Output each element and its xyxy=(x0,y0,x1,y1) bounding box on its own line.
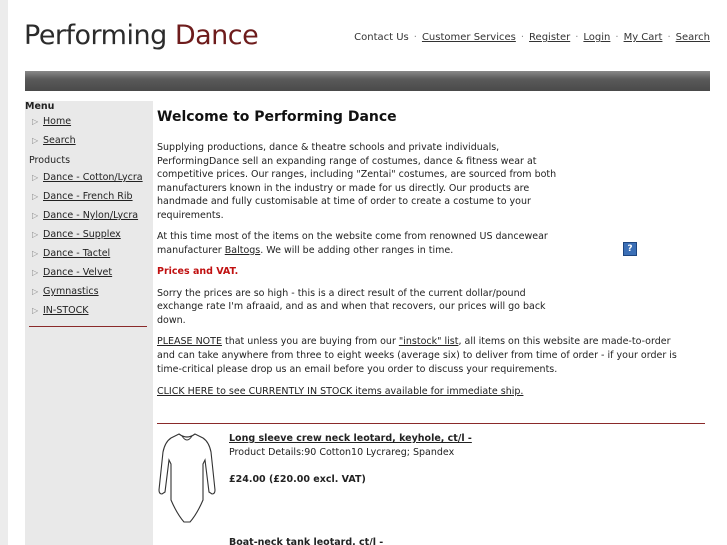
sidebar-item-in-stock[interactable]: ▷ IN-STOCK xyxy=(25,301,153,320)
arrow-right-icon: ▷ xyxy=(32,287,39,296)
in-stock-link[interactable]: CLICK HERE to see CURRENTLY IN STOCK ite… xyxy=(157,386,523,397)
arrow-right-icon: ▷ xyxy=(32,306,39,315)
sidebar-item-search[interactable]: ▷ Search xyxy=(25,131,153,150)
product-details: Product Details:90 Cotton10 Lycrareg; Sp… xyxy=(229,447,455,458)
nav-separator: · xyxy=(615,32,619,43)
sidebar-item-label[interactable]: Home xyxy=(43,116,71,127)
sidebar-item-velvet[interactable]: ▷ Dance - Velvet xyxy=(25,263,153,282)
sidebar-item-gymnastics[interactable]: ▷ Gymnastics xyxy=(25,282,153,301)
products-heading: Products xyxy=(29,155,71,166)
sidebar-item-label[interactable]: Dance - Nylon/Lycra xyxy=(43,210,138,221)
baltogs-link[interactable]: Baltogs xyxy=(225,245,261,256)
customer-services-link[interactable]: Customer Services xyxy=(422,32,516,43)
content-divider xyxy=(157,423,705,424)
arrow-right-icon: ▷ xyxy=(32,117,39,126)
product-title[interactable]: Boat-neck tank leotard, ct/l - xyxy=(229,537,383,545)
menu-list: ▷ Home ▷ Search xyxy=(25,112,153,150)
contact-us-link[interactable]: Contact Us xyxy=(354,32,409,43)
baltogs-text-post: . We will be adding other ranges in time… xyxy=(260,244,454,256)
baltogs-paragraph: At this time most of the items on the we… xyxy=(157,230,557,257)
leotard-image[interactable] xyxy=(157,541,217,545)
sidebar-item-label[interactable]: Search xyxy=(43,135,76,146)
arrow-right-icon: ▷ xyxy=(32,249,39,258)
prices-heading: Prices and VAT. xyxy=(157,266,239,277)
please-note-text: that unless you are buying from our xyxy=(221,336,399,347)
in-stock-paragraph: CLICK HERE to see CURRENTLY IN STOCK ite… xyxy=(157,386,523,397)
logo-word-performing: Performing xyxy=(24,20,167,51)
arrow-right-icon: ▷ xyxy=(32,211,39,220)
sidebar-item-french-rib[interactable]: ▷ Dance - French Rib xyxy=(25,187,153,206)
sidebar-item-label[interactable]: Dance - Tactel xyxy=(43,248,110,259)
site-logo[interactable]: Performing Dance xyxy=(24,20,259,51)
product-title-link[interactable]: Long sleeve crew neck leotard, keyhole, … xyxy=(229,433,472,444)
page-title: Welcome to Performing Dance xyxy=(157,109,397,125)
instock-list-link[interactable]: "instock" list xyxy=(399,336,459,347)
arrow-right-icon: ▷ xyxy=(32,173,39,182)
login-link[interactable]: Login xyxy=(583,32,610,43)
nav-separator: · xyxy=(520,32,525,43)
products-list: ▷ Dance - Cotton/Lycra ▷ Dance - French Ri… xyxy=(25,168,153,320)
sidebar-item-label[interactable]: Gymnastics xyxy=(43,286,99,297)
my-cart-link[interactable]: My Cart xyxy=(624,32,663,43)
search-link[interactable]: Search xyxy=(676,32,710,43)
arrow-right-icon: ▷ xyxy=(32,192,39,201)
sidebar-item-nylon-lycra[interactable]: ▷ Dance - Nylon/Lycra xyxy=(25,206,153,225)
prices-text: Sorry the prices are so high - this is a… xyxy=(157,287,546,326)
please-note-paragraph: PLEASE NOTE that unless you are buying f… xyxy=(157,335,677,377)
please-note-link[interactable]: PLEASE NOTE xyxy=(157,336,222,347)
leotard-image[interactable] xyxy=(157,430,217,526)
product-price: £24.00 (£20.00 excl. VAT) xyxy=(229,474,366,485)
top-navigation: Contact Us · Customer Services · Register · Lo… xyxy=(354,32,710,43)
menu-heading: Menu xyxy=(25,101,55,112)
product-title-link[interactable]: Boat-neck tank leotard, ct/l - xyxy=(229,537,383,545)
product-title[interactable]: Long sleeve crew neck leotard, keyhole, … xyxy=(229,433,472,444)
sidebar-item-label[interactable]: Dance - Supplex xyxy=(43,229,121,240)
intro-text: Supplying productions, dance & theatre s… xyxy=(157,142,557,221)
arrow-right-icon: ▷ xyxy=(32,268,39,277)
header-bar xyxy=(25,71,710,91)
sidebar-item-tactel[interactable]: ▷ Dance - Tactel xyxy=(25,244,153,263)
sidebar-item-supplex[interactable]: ▷ Dance - Supplex xyxy=(25,225,153,244)
main-content: Welcome to Performing Dance Supplying pr… xyxy=(157,108,557,335)
arrow-right-icon: ▷ xyxy=(32,230,39,239)
arrow-right-icon: ▷ xyxy=(32,136,39,145)
nav-separator: · xyxy=(575,32,579,43)
logo-word-dance: Dance xyxy=(174,20,259,51)
sidebar-item-label[interactable]: IN-STOCK xyxy=(43,305,89,316)
register-link[interactable]: Register xyxy=(529,32,570,43)
sidebar-divider xyxy=(29,326,147,327)
nav-separator: · xyxy=(667,32,671,43)
nav-separator: · xyxy=(413,32,417,43)
sidebar-item-label[interactable]: Dance - Velvet xyxy=(43,267,112,278)
sidebar-item-label[interactable]: Dance - French Rib xyxy=(43,191,133,202)
page: Performing Dance Contact Us · Customer Ser… xyxy=(8,0,727,545)
help-icon[interactable]: ? xyxy=(623,242,637,256)
sidebar-item-home[interactable]: ▷ Home xyxy=(25,112,153,131)
sidebar: Menu ▷ Home ▷ Search Products ▷ Dance - Cot… xyxy=(25,101,153,545)
sidebar-item-label[interactable]: Dance - Cotton/Lycra xyxy=(43,172,143,183)
sidebar-item-cotton-lycra[interactable]: ▷ Dance - Cotton/Lycra xyxy=(25,168,153,187)
